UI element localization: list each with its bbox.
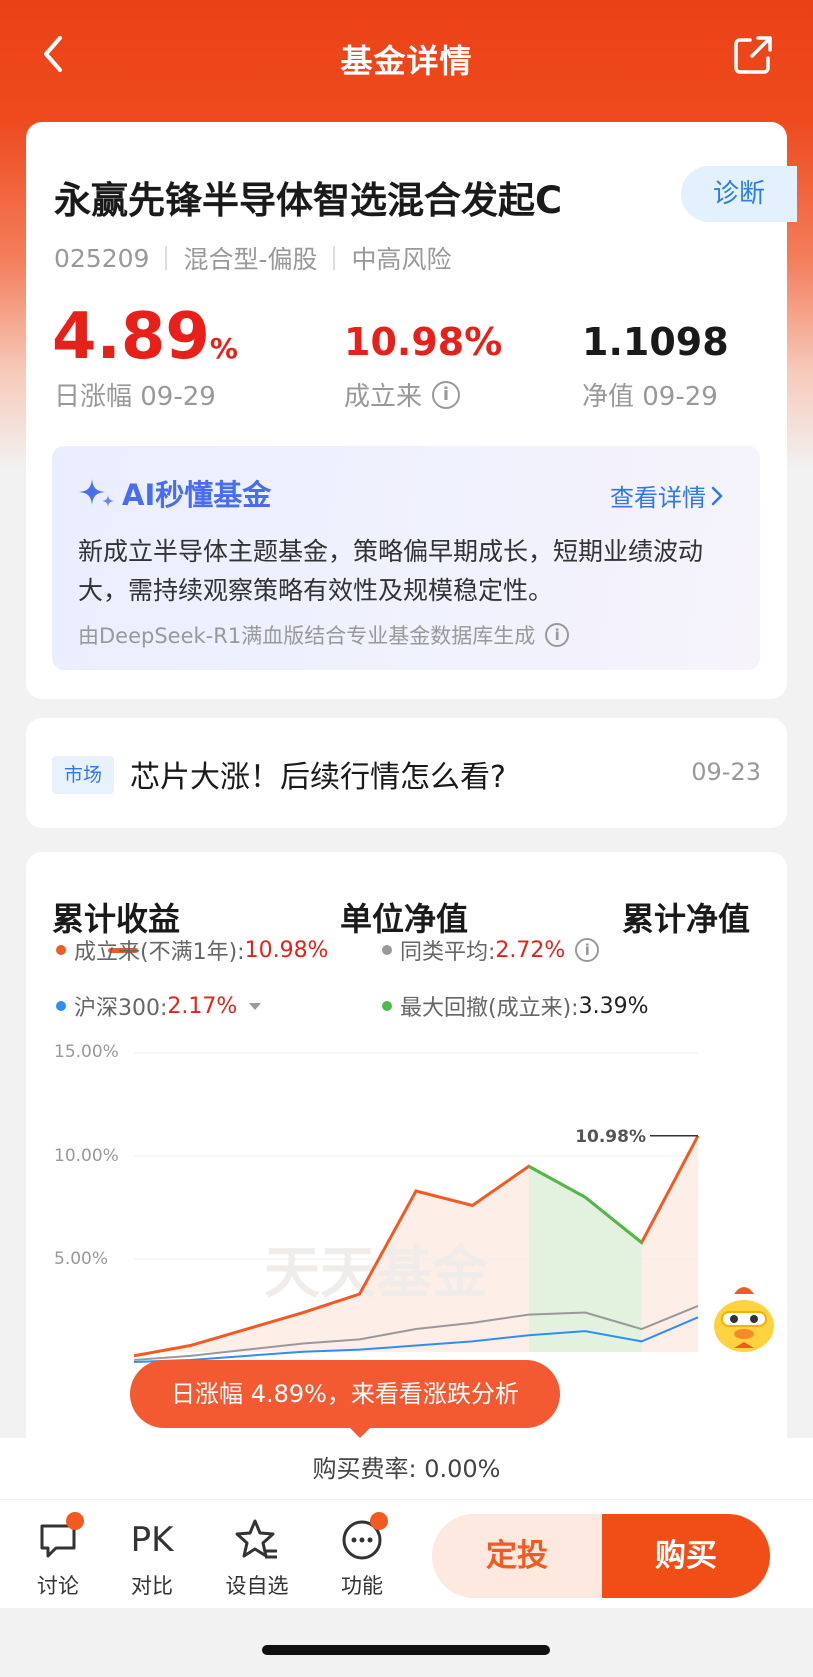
buy-button[interactable]: 购买 — [602, 1514, 770, 1598]
purchase-fee-bar: 购买费率: 0.00% — [0, 1438, 813, 1500]
add-watchlist-button[interactable]: 设自选 — [217, 1516, 297, 1600]
chart-card: 累计收益 单位净值 累计净值 成立来(不满1年): 10.98% 同类平均: 2… — [26, 852, 787, 1492]
fund-name: 永赢先锋半导体智选混合发起C — [54, 179, 563, 222]
ai-summary-text: 新成立半导体主题基金，策略偏早期成长，短期业绩波动大，需持续观察策略有效性及规模… — [78, 537, 704, 605]
since-inception-value: 10.98% — [344, 320, 503, 364]
fund-meta: 025209 混合型-偏股 中高风险 — [54, 240, 451, 276]
notification-dot — [370, 1512, 388, 1530]
fund-risk: 中高风险 — [351, 245, 452, 274]
news-card[interactable]: 市场 芯片大涨！后续行情怎么看? 09-23 — [26, 718, 787, 828]
nav-label: 净值 09-29 — [582, 382, 718, 412]
bubble-tail — [348, 1426, 372, 1438]
pk-icon: PK — [130, 1520, 174, 1560]
regular-invest-button[interactable]: 定投 — [432, 1514, 602, 1598]
info-icon[interactable]: i — [432, 380, 461, 409]
since-inception-label[interactable]: 成立来 i — [344, 376, 461, 413]
news-tag: 市场 — [52, 756, 114, 794]
ai-footer: 由DeepSeek-R1满血版结合专业基金数据库生成 i — [78, 620, 570, 650]
analysis-bubble[interactable]: 日涨幅 4.89%，来看看涨跌分析 — [130, 1360, 560, 1428]
page-title: 基金详情 — [340, 42, 473, 80]
daily-change-value: 4.89% — [52, 300, 238, 374]
nav-value: 1.1098 — [582, 320, 729, 364]
divider — [333, 246, 336, 270]
diagnose-button[interactable]: 诊断 — [681, 166, 797, 222]
fund-code: 025209 — [54, 243, 150, 273]
share-icon — [734, 36, 772, 74]
sparkle-icon — [79, 479, 114, 507]
home-indicator — [262, 1645, 550, 1655]
chevron-right-icon — [711, 486, 723, 505]
ai-title: AI秒懂基金 — [78, 472, 271, 514]
more-functions-button[interactable]: 功能 — [322, 1512, 402, 1600]
divider — [165, 246, 168, 270]
discuss-button[interactable]: 讨论 — [18, 1512, 98, 1600]
star-icon — [235, 1519, 277, 1559]
top-bar: 基金详情 — [0, 0, 813, 112]
notification-dot — [66, 1512, 84, 1530]
news-title[interactable]: 芯片大涨！后续行情怎么看? — [130, 752, 506, 796]
bottom-action-bar: 讨论 PK 对比 设自选 功能 定投 购买 — [0, 1500, 813, 1608]
end-value-label: 10.98% — [575, 1127, 646, 1147]
ai-more-link[interactable]: 查看详情 — [610, 478, 728, 513]
share-button[interactable] — [732, 34, 774, 76]
compare-button[interactable]: PK 对比 — [112, 1516, 192, 1600]
info-icon[interactable]: i — [545, 623, 570, 647]
mascot-icon[interactable] — [706, 1278, 786, 1358]
daily-change-label: 日涨幅 09-29 — [54, 382, 216, 412]
fund-summary-card: 永赢先锋半导体智选混合发起C 诊断 025209 混合型-偏股 中高风险 4.8… — [26, 122, 797, 699]
ai-summary-box[interactable]: AI秒懂基金 查看详情 新成立半导体主题基金，策略偏早期成长，短期业绩波动大，需… — [52, 446, 760, 670]
news-date: 09-23 — [691, 758, 761, 786]
chart-watermark: 天天基金 — [264, 1241, 489, 1306]
fund-category: 混合型-偏股 — [183, 245, 318, 274]
